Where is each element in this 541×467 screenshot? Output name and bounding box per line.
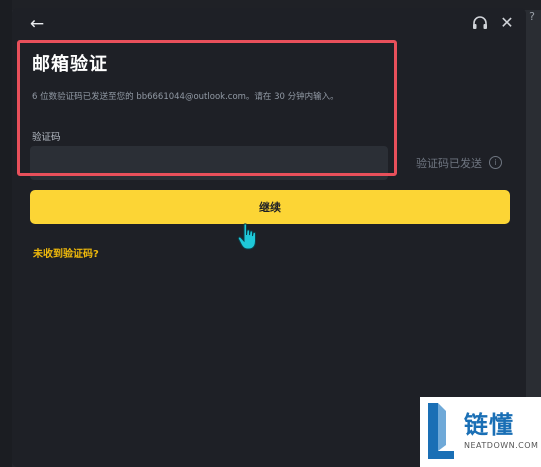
help-icon: ?: [529, 10, 535, 23]
info-icon[interactable]: i: [489, 156, 502, 169]
back-arrow-icon[interactable]: ←: [28, 15, 46, 33]
watermark-subtext: NEATDOWN.COM: [464, 441, 539, 450]
hand-cursor-icon: [237, 223, 256, 250]
headset-icon[interactable]: [471, 15, 489, 33]
close-icon[interactable]: ✕: [498, 14, 516, 32]
continue-button-label: 继续: [259, 201, 281, 214]
code-sent-status: 验证码已发送: [416, 157, 482, 170]
watermark-text: 链懂: [464, 411, 514, 439]
continue-button[interactable]: 继续: [30, 190, 510, 224]
annotation-highlight-box: [17, 40, 397, 176]
background-left-edge: [0, 0, 12, 467]
no-code-received-link[interactable]: 未收到验证码?: [33, 245, 99, 260]
watermark: 链懂 NEATDOWN.COM: [420, 397, 541, 467]
watermark-logo: [428, 403, 454, 459]
